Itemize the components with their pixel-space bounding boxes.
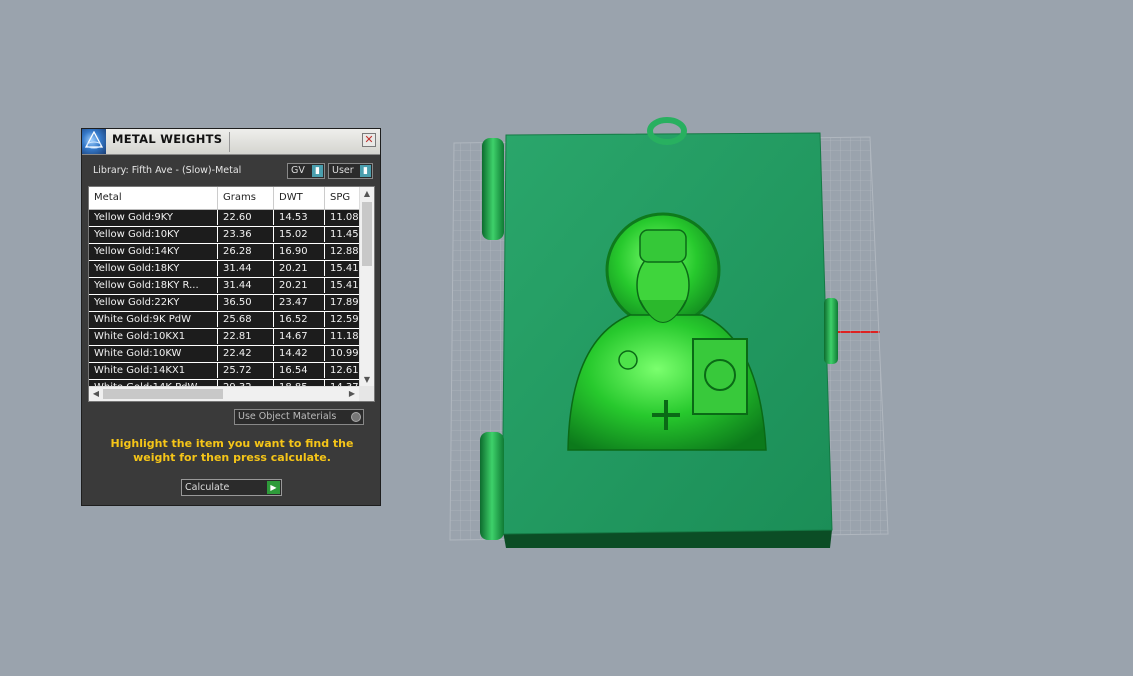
- radio-icon: [351, 412, 361, 422]
- use-object-materials-toggle[interactable]: Use Object Materials: [234, 409, 364, 425]
- table-row[interactable]: Yellow Gold:14KY 26.28 16.90 12.88: [89, 244, 365, 261]
- calculate-label: Calculate: [185, 482, 230, 493]
- cell-metal: Yellow Gold:18KY R...: [89, 278, 218, 293]
- dropdown-icon: ▮: [360, 165, 371, 177]
- scroll-up-icon[interactable]: ▲: [360, 189, 374, 198]
- cell-metal: Yellow Gold:14KY: [89, 244, 218, 259]
- cell-metal: White Gold:10KX1: [89, 329, 218, 344]
- metal-weights-panel: METAL WEIGHTS ✕ Library: Fifth Ave - (Sl…: [81, 128, 381, 506]
- cell-grams: 23.36: [218, 227, 274, 242]
- vertical-scrollbar[interactable]: ▲ ▼: [359, 187, 374, 386]
- scroll-down-icon[interactable]: ▼: [360, 375, 374, 384]
- table-row[interactable]: Yellow Gold:9KY 22.60 14.53 11.08: [89, 210, 365, 227]
- cell-metal: White Gold:10KW: [89, 346, 218, 361]
- cell-dwt: 14.53: [274, 210, 325, 225]
- cell-metal: Yellow Gold:10KY: [89, 227, 218, 242]
- horizontal-scroll-thumb[interactable]: [103, 389, 223, 399]
- cell-grams: 36.50: [218, 295, 274, 310]
- hinge-top-left: [482, 138, 504, 240]
- cell-grams: 22.60: [218, 210, 274, 225]
- table-row[interactable]: White Gold:10KW 22.42 14.42 10.99: [89, 346, 365, 363]
- cell-grams: 31.44: [218, 278, 274, 293]
- horizontal-scrollbar[interactable]: ◀ ▶: [89, 386, 360, 401]
- cell-dwt: 15.02: [274, 227, 325, 242]
- table-header: Metal Grams DWT SPG: [89, 187, 360, 210]
- table-row[interactable]: White Gold:9K PdW 25.68 16.52 12.59: [89, 312, 365, 329]
- cell-dwt: 23.47: [274, 295, 325, 310]
- vertical-scroll-thumb[interactable]: [362, 202, 372, 266]
- cell-dwt: 16.52: [274, 312, 325, 327]
- table-body: Yellow Gold:9KY 22.60 14.53 11.08 Yellow Gol…: [89, 210, 365, 397]
- use-object-materials-label: Use Object Materials: [238, 411, 337, 422]
- table-row[interactable]: Yellow Gold:18KY 31.44 20.21 15.41: [89, 261, 365, 278]
- cell-metal: Yellow Gold:18KY: [89, 261, 218, 276]
- cell-dwt: 20.21: [274, 278, 325, 293]
- cell-grams: 25.68: [218, 312, 274, 327]
- cell-dwt: 16.90: [274, 244, 325, 259]
- cell-grams: 26.28: [218, 244, 274, 259]
- dropdown-icon: ▮: [312, 165, 323, 177]
- metal-weights-table[interactable]: Metal Grams DWT SPG Yellow Gold:9KY 22.60…: [88, 186, 375, 402]
- table-row[interactable]: Yellow Gold:22KY 36.50 23.47 17.89: [89, 295, 365, 312]
- cell-dwt: 16.54: [274, 363, 325, 378]
- panel-title: METAL WEIGHTS: [112, 132, 223, 146]
- cell-dwt: 20.21: [274, 261, 325, 276]
- panel-titlebar[interactable]: METAL WEIGHTS ✕: [82, 129, 380, 155]
- table-row[interactable]: White Gold:14KX1 25.72 16.54 12.61: [89, 363, 365, 380]
- instruction-text: Highlight the item you want to find the …: [110, 437, 354, 464]
- column-header-dwt[interactable]: DWT: [274, 187, 325, 209]
- cell-dwt: 14.67: [274, 329, 325, 344]
- gv-select-value: GV: [291, 165, 305, 176]
- metal-weights-app-icon: [82, 129, 106, 154]
- column-header-grams[interactable]: Grams: [218, 187, 274, 209]
- cell-grams: 22.42: [218, 346, 274, 361]
- table-row[interactable]: Yellow Gold:18KY R... 31.44 20.21 15.41: [89, 278, 365, 295]
- title-divider: [229, 132, 230, 152]
- cell-grams: 25.72: [218, 363, 274, 378]
- cell-metal: White Gold:14KX1: [89, 363, 218, 378]
- calculate-button[interactable]: Calculate ▶: [181, 479, 282, 496]
- cell-dwt: 14.42: [274, 346, 325, 361]
- gv-select[interactable]: GV ▮: [287, 163, 325, 179]
- table-row[interactable]: White Gold:10KX1 22.81 14.67 11.18: [89, 329, 365, 346]
- user-select[interactable]: User ▮: [328, 163, 373, 179]
- hinge-bottom-left: [480, 432, 504, 540]
- cell-grams: 31.44: [218, 261, 274, 276]
- play-icon: ▶: [267, 481, 280, 494]
- scroll-left-icon[interactable]: ◀: [89, 389, 103, 398]
- cell-metal: White Gold:9K PdW: [89, 312, 218, 327]
- user-select-value: User: [332, 165, 354, 176]
- cell-metal: Yellow Gold:22KY: [89, 295, 218, 310]
- viewport-3d-model[interactable]: [440, 110, 900, 570]
- scroll-right-icon[interactable]: ▶: [345, 389, 359, 398]
- close-icon[interactable]: ✕: [362, 133, 376, 147]
- column-header-metal[interactable]: Metal: [89, 187, 218, 209]
- clasp-right: [824, 298, 838, 364]
- cell-metal: Yellow Gold:9KY: [89, 210, 218, 225]
- scrollbar-corner: [359, 386, 374, 401]
- library-label: Library: Fifth Ave - (Slow)-Metal: [93, 165, 242, 176]
- cell-grams: 22.81: [218, 329, 274, 344]
- table-row[interactable]: Yellow Gold:10KY 23.36 15.02 11.45: [89, 227, 365, 244]
